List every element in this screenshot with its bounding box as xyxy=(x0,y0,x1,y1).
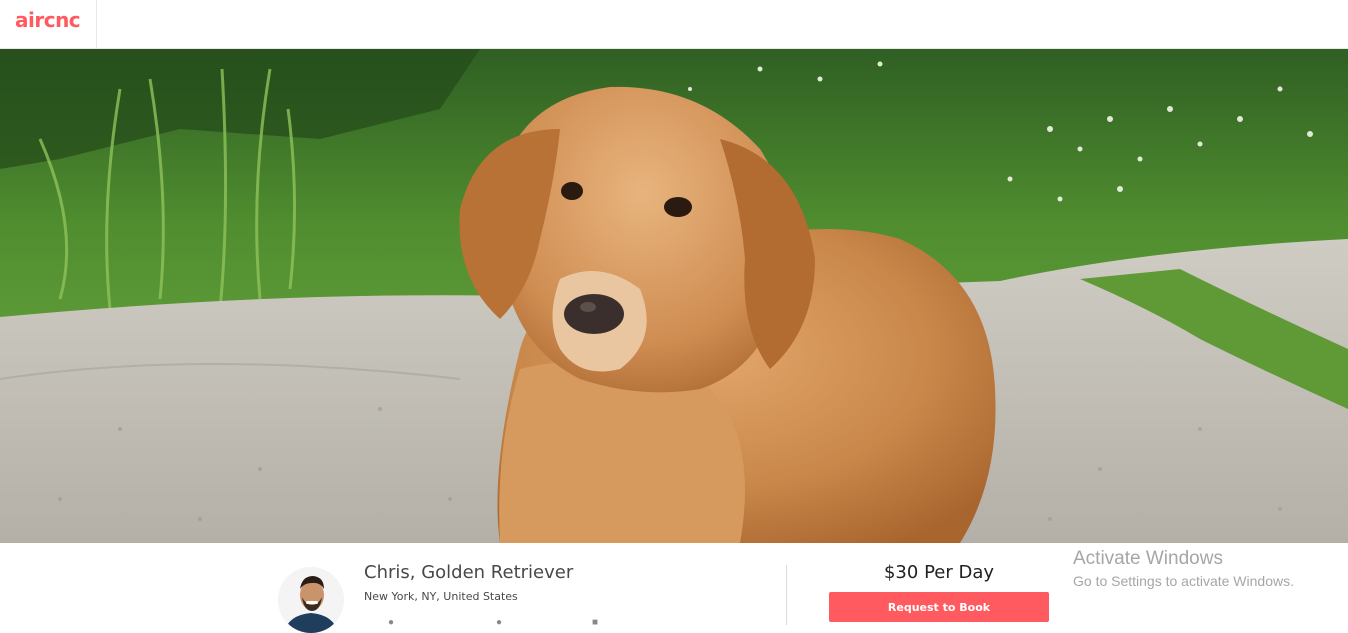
watermark-subtitle: Go to Settings to activate Windows. xyxy=(1073,573,1294,589)
windows-activation-watermark: Activate Windows Go to Settings to activ… xyxy=(1073,547,1294,591)
brand-logo[interactable]: aircnc xyxy=(15,8,81,32)
top-nav-bar: aircnc xyxy=(0,0,1348,49)
owner-avatar-image xyxy=(278,567,344,633)
owner-avatar[interactable] xyxy=(278,567,344,633)
listing-title: Chris, Golden Retriever xyxy=(364,562,574,583)
amenity-icons: ● ● ■ xyxy=(388,615,608,628)
group-icon: ● xyxy=(388,617,395,628)
details-divider xyxy=(786,565,787,625)
calendar-icon: ■ xyxy=(592,617,599,628)
listing-location: New York, NY, United States xyxy=(364,590,518,603)
pet-icon: ● xyxy=(496,617,503,628)
listing-hero-image xyxy=(0,49,1348,543)
dog-photo xyxy=(0,49,1348,543)
price-per-day: $30 Per Day xyxy=(883,562,995,583)
request-to-book-button[interactable]: Request to Book xyxy=(829,592,1049,622)
logo-link[interactable]: aircnc xyxy=(0,0,97,49)
watermark-title: Activate Windows xyxy=(1073,548,1223,569)
